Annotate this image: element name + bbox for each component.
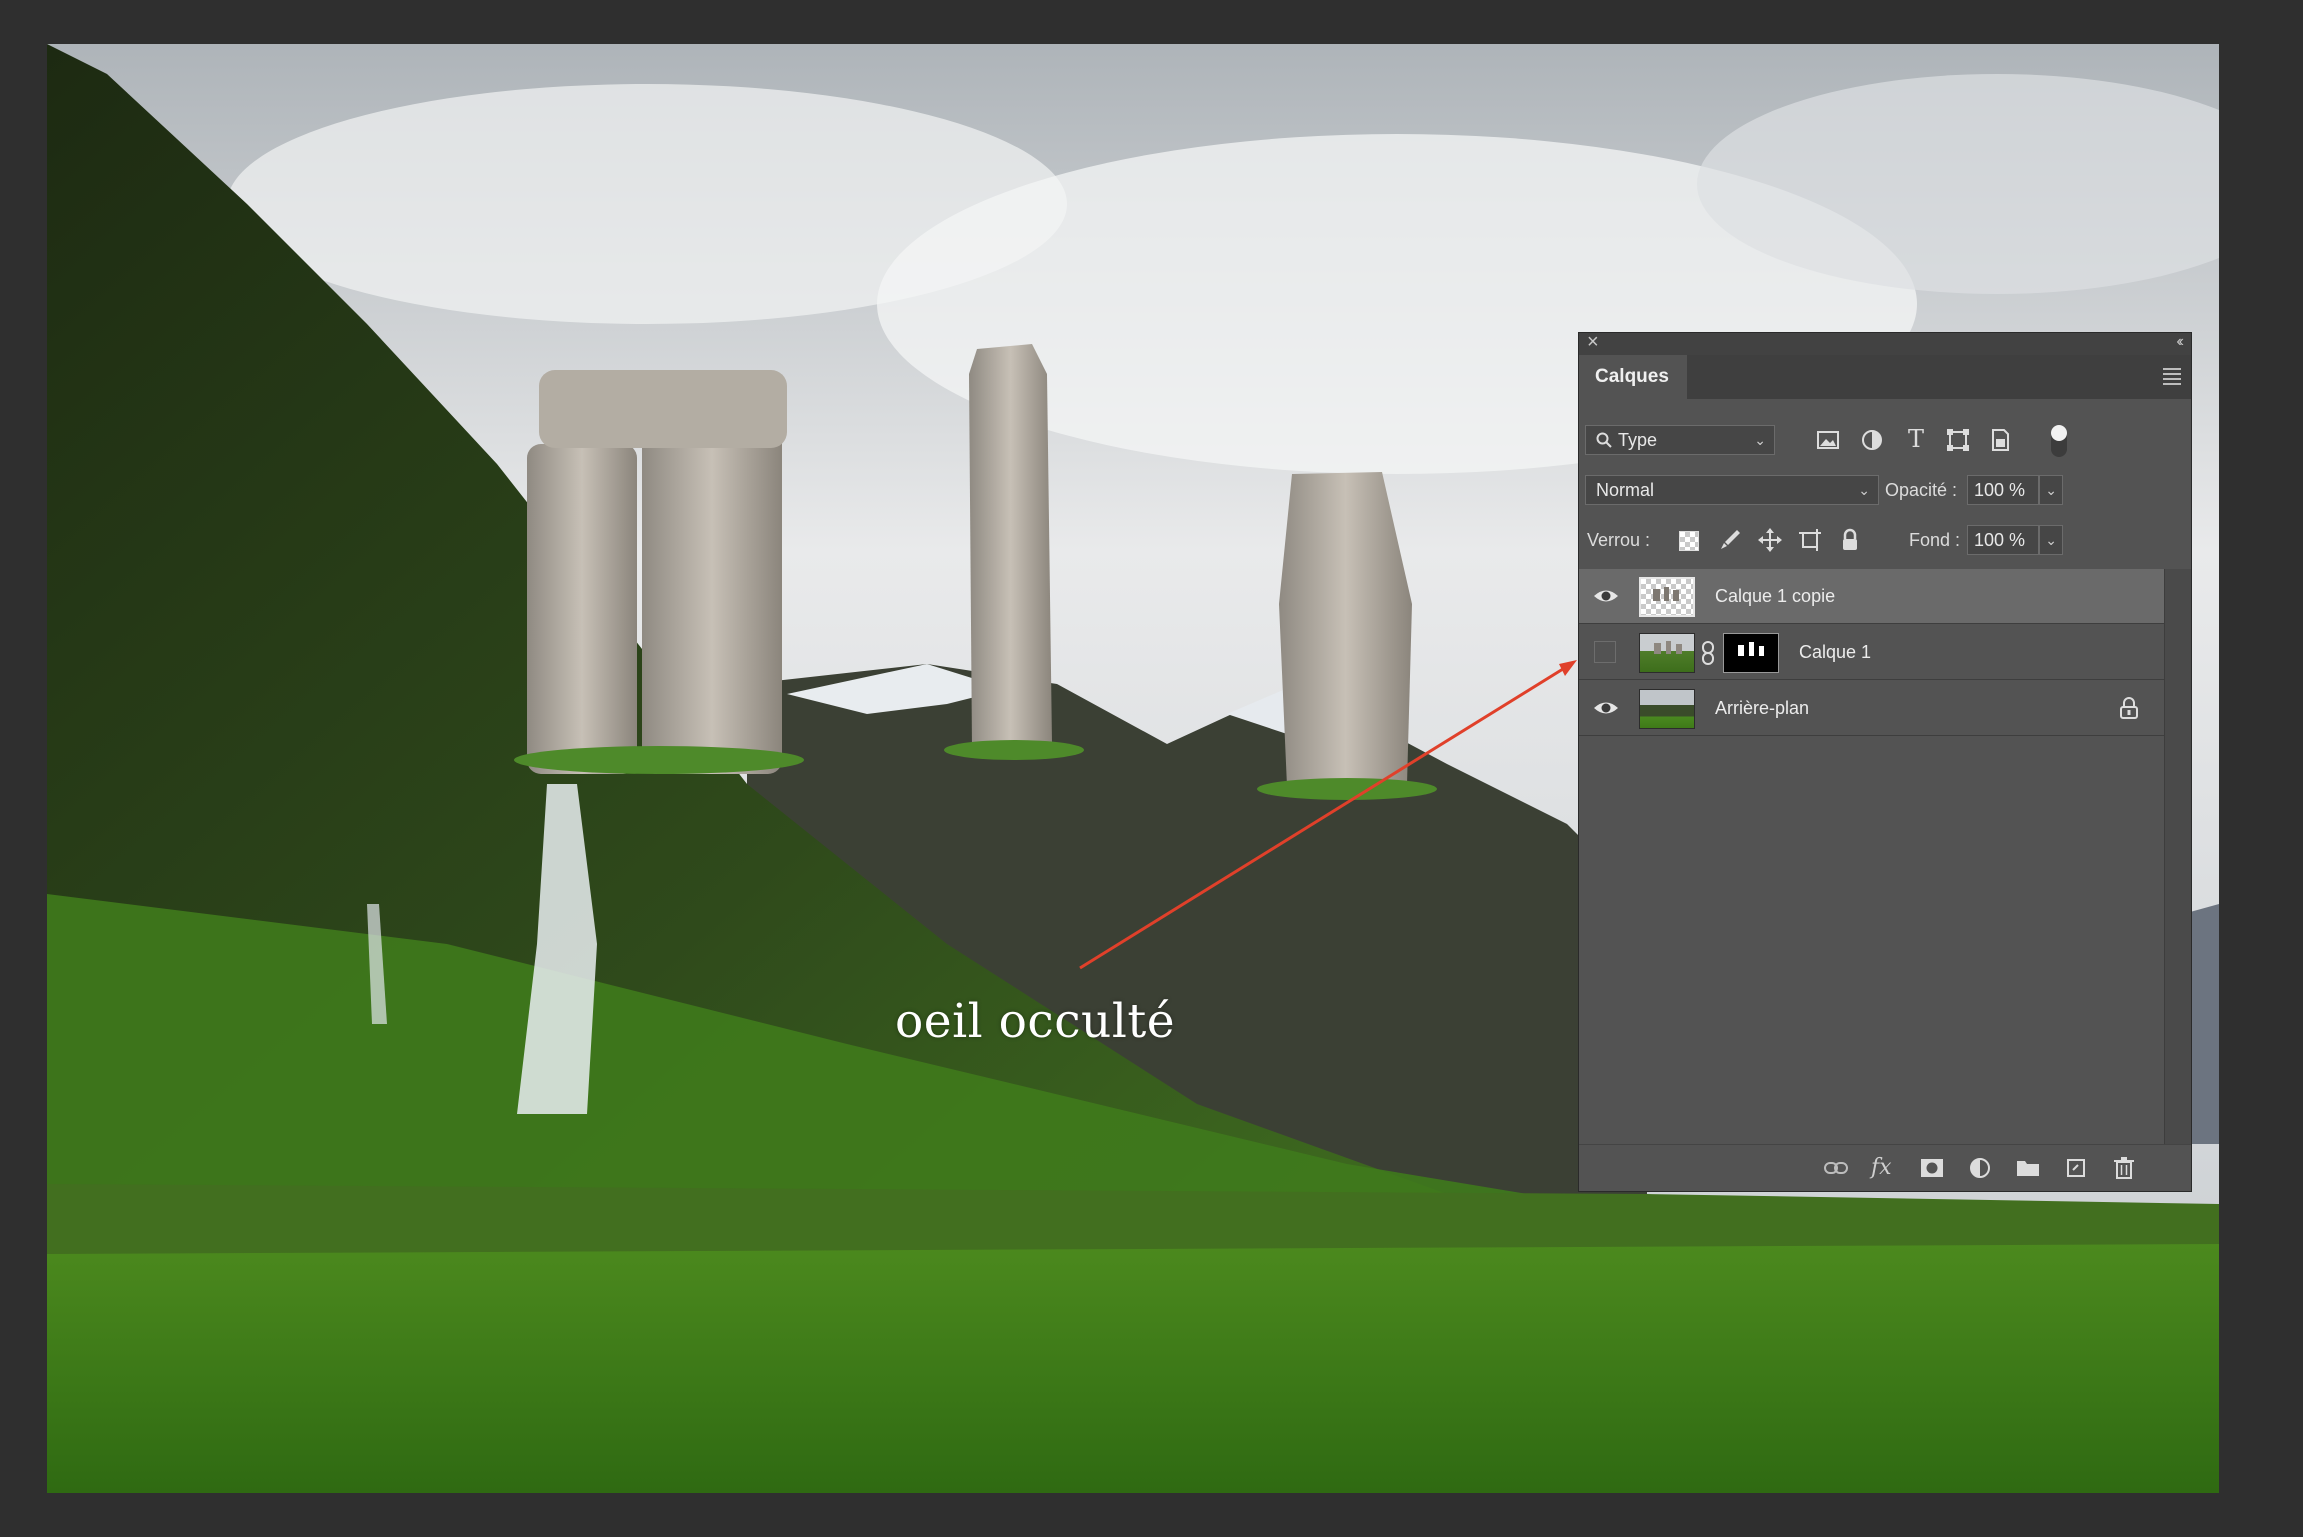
add-mask-icon[interactable]: [1919, 1155, 1945, 1181]
panel-titlebar[interactable]: × ‹‹: [1579, 331, 2191, 356]
close-icon[interactable]: ×: [1587, 331, 1599, 354]
eye-icon[interactable]: [1593, 585, 1619, 607]
collapse-panel-icon[interactable]: ‹‹: [2176, 333, 2183, 351]
chevron-down-icon: ⌄: [2045, 532, 2057, 548]
fill-label: Fond :: [1909, 530, 1961, 550]
fill-dropdown-button[interactable]: ⌄: [2039, 525, 2063, 555]
panel-menu-icon[interactable]: [2163, 368, 2181, 388]
layer-name[interactable]: Arrière-plan: [1715, 681, 1809, 736]
lock-pixels-icon[interactable]: [1717, 527, 1743, 553]
blend-mode-select[interactable]: Normal ⌄: [1585, 475, 1879, 505]
layers-list: Calque 1 copie Calque 1 Arrière-plan: [1579, 569, 2164, 1149]
filter-toggle-switch[interactable]: [2051, 425, 2067, 457]
layer-thumbnail: [1639, 577, 1695, 617]
layer-thumbnail: [1639, 633, 1695, 673]
trash-icon[interactable]: [2111, 1155, 2137, 1181]
opacity-dropdown-button[interactable]: ⌄: [2039, 475, 2063, 505]
lock-all-icon[interactable]: [1837, 527, 1863, 553]
search-icon: [1596, 432, 1612, 448]
visibility-toggle-off[interactable]: [1594, 641, 1616, 663]
blend-mode-value: Normal: [1596, 480, 1655, 500]
opacity-label: Opacité :: [1885, 480, 1958, 500]
fill-input[interactable]: 100 %: [1967, 525, 2039, 555]
layer-filter-label: Type: [1618, 430, 1658, 450]
layer-thumbnail: [1639, 689, 1695, 729]
layer-name[interactable]: Calque 1: [1799, 625, 1871, 680]
opacity-input[interactable]: 100 %: [1967, 475, 2039, 505]
lock-icon: [2120, 697, 2138, 719]
lock-transparency-icon[interactable]: [1679, 531, 1699, 551]
filter-pixel-icon[interactable]: [1815, 427, 1841, 453]
layer-row-calque-1[interactable]: Calque 1: [1579, 625, 2164, 680]
filter-type-icon[interactable]: T: [1903, 425, 1929, 453]
filter-shape-icon[interactable]: [1945, 427, 1971, 453]
chevron-down-icon: ⌄: [2045, 482, 2057, 498]
layer-filter-select[interactable]: Type ⌄: [1585, 425, 1775, 455]
layer-row-arriere-plan[interactable]: Arrière-plan: [1579, 681, 2164, 736]
layers-panel[interactable]: × ‹‹ Calques Type ⌄ T Normal ⌄ Opacité:…: [1578, 331, 2192, 1192]
link-layers-icon[interactable]: [1823, 1155, 1849, 1181]
new-layer-icon[interactable]: [2063, 1155, 2089, 1181]
lock-position-icon[interactable]: [1757, 527, 1783, 553]
lock-label: Verrou :: [1587, 530, 1651, 550]
new-adjustment-layer-icon[interactable]: [1967, 1155, 1993, 1181]
tab-layers[interactable]: Calques: [1579, 355, 1687, 399]
chevron-down-icon: ⌄: [1754, 432, 1766, 448]
layer-row-calque-1-copie[interactable]: Calque 1 copie: [1579, 569, 2164, 624]
link-chain-icon[interactable]: [1701, 641, 1715, 665]
eye-icon[interactable]: [1593, 697, 1619, 719]
filter-adjustment-icon[interactable]: [1859, 427, 1885, 453]
new-group-folder-icon[interactable]: [2015, 1155, 2041, 1181]
layers-panel-footer: fx: [1579, 1144, 2191, 1191]
filter-smart-object-icon[interactable]: [1987, 427, 2013, 453]
layer-mask-thumbnail[interactable]: [1723, 633, 1779, 673]
layers-scrollbar[interactable]: [2164, 569, 2191, 1149]
panel-tab-row: Calques: [1579, 355, 2191, 399]
annotation-label: oeil occulté: [895, 994, 1176, 1049]
lock-artboard-icon[interactable]: [1797, 527, 1823, 553]
layer-name[interactable]: Calque 1 copie: [1715, 569, 1835, 624]
chevron-down-icon: ⌄: [1858, 482, 1870, 498]
layer-style-fx-icon[interactable]: fx: [1871, 1155, 1897, 1181]
